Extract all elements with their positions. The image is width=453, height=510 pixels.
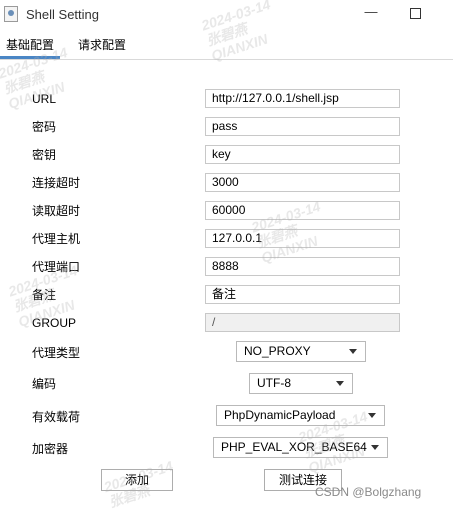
proxy-type-label: 代理类型 [32,346,81,360]
java-app-icon [4,6,18,22]
tab-basic-config[interactable]: 基础配置 [0,32,61,59]
chevron-down-icon [349,349,357,354]
payload-select[interactable]: PhpDynamicPayload [216,405,385,426]
url-label: URL [32,92,57,106]
group-field: / [205,313,400,332]
tab-request-config[interactable]: 请求配置 [72,32,132,58]
cryption-value: PHP_EVAL_XOR_BASE64 [221,440,367,454]
cryption-select[interactable]: PHP_EVAL_XOR_BASE64 [213,437,388,458]
encoding-select[interactable]: UTF-8 [249,373,353,394]
proxy-type-value: NO_PROXY [244,344,311,358]
connect-timeout-field[interactable]: 3000 [205,173,400,192]
payload-label: 有效载荷 [32,410,81,424]
password-label: 密码 [32,120,57,134]
proxy-type-select[interactable]: NO_PROXY [236,341,366,362]
key-field[interactable]: key [205,145,400,164]
url-field[interactable]: http://127.0.0.1/shell.jsp [205,89,400,108]
remark-label: 备注 [32,288,57,302]
chevron-down-icon [336,381,344,386]
payload-value: PhpDynamicPayload [224,408,336,422]
encoding-label: 编码 [32,377,57,391]
source-credit: CSDN @Bolgzhang [315,485,422,499]
proxy-port-field[interactable]: 8888 [205,257,400,276]
read-timeout-label: 读取超时 [32,204,81,218]
title-bar: Shell Setting — [0,0,453,30]
read-timeout-field[interactable]: 60000 [205,201,400,220]
password-field[interactable]: pass [205,117,400,136]
proxy-port-label: 代理端口 [32,260,81,274]
group-label: GROUP [32,316,77,330]
key-label: 密钥 [32,148,57,162]
encoding-value: UTF-8 [257,376,291,390]
add-button[interactable]: 添加 [101,469,173,491]
proxy-host-field[interactable]: 127.0.0.1 [205,229,400,248]
proxy-host-label: 代理主机 [32,232,81,246]
tab-bar: 基础配置 请求配置 [0,32,453,60]
maximize-icon[interactable] [410,8,421,19]
cryption-label: 加密器 [32,442,69,456]
chevron-down-icon [371,445,379,450]
connect-timeout-label: 连接超时 [32,176,81,190]
window-title: Shell Setting [26,7,99,22]
chevron-down-icon [368,413,376,418]
minimize-icon[interactable]: — [363,5,379,21]
remark-field[interactable]: 备注 [205,285,400,304]
